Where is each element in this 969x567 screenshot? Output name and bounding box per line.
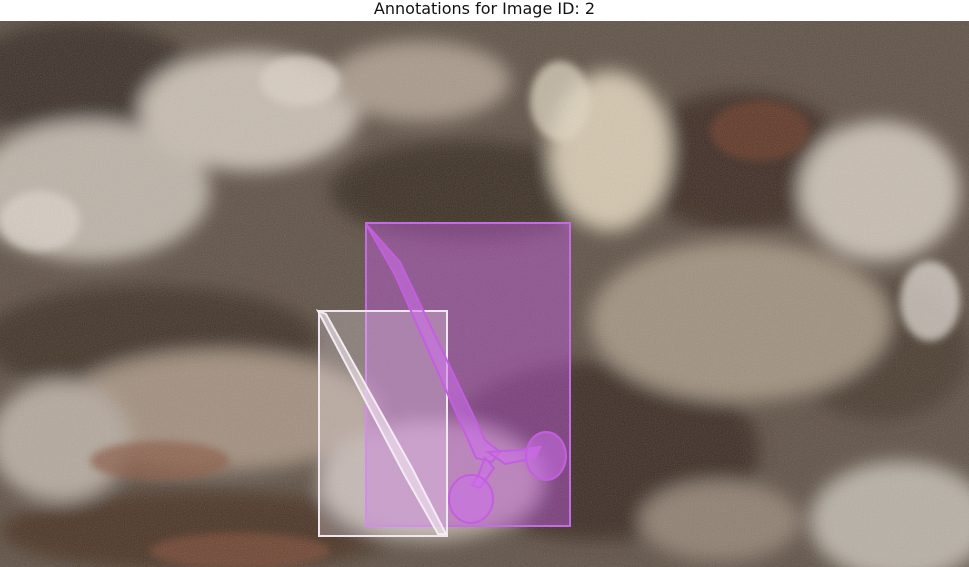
scissors-outline xyxy=(365,223,567,524)
instrument-outlines xyxy=(315,223,567,535)
